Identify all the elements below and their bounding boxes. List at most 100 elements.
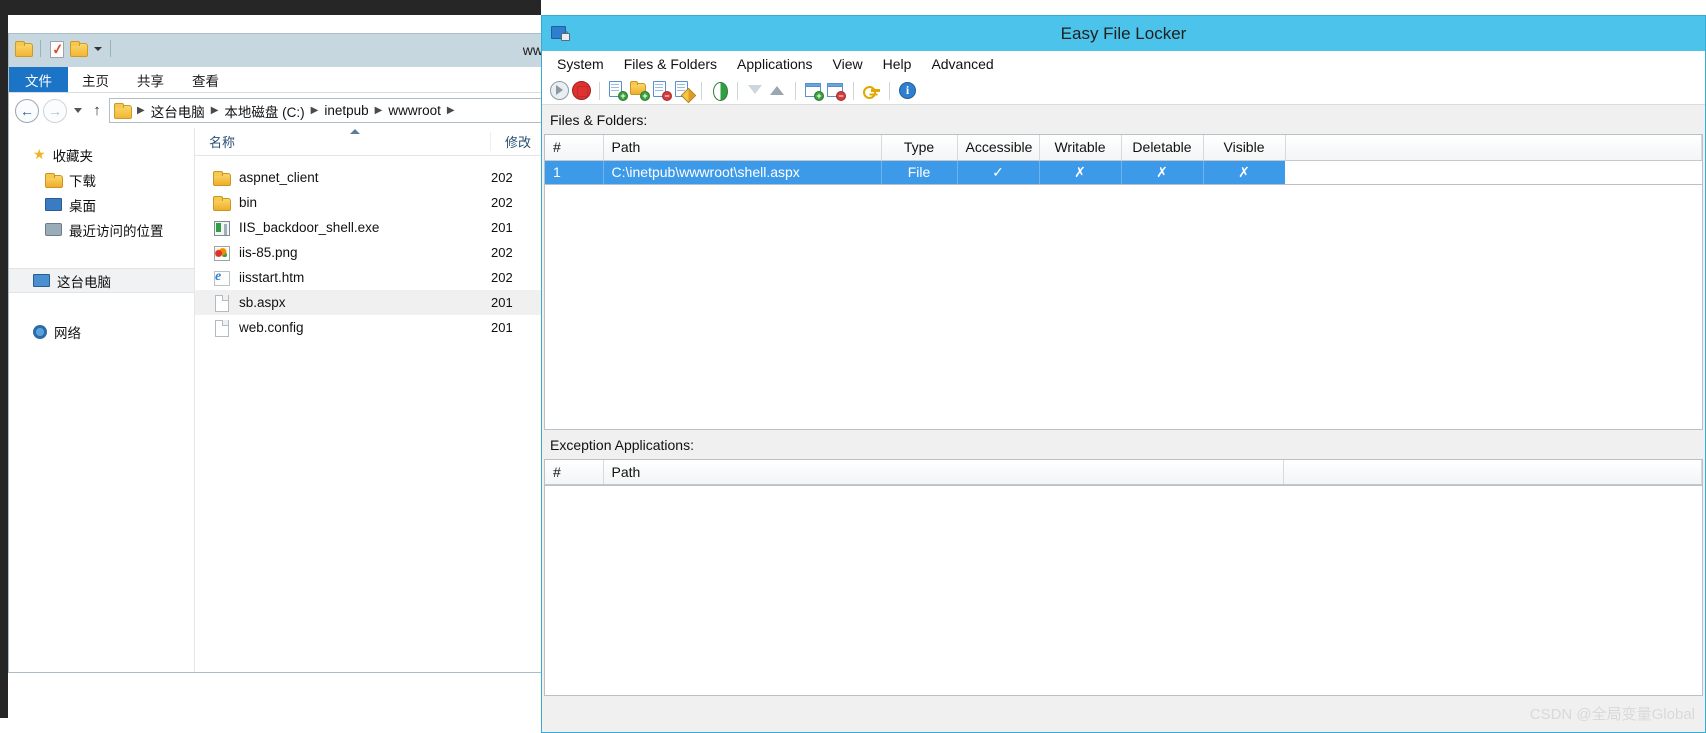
remove-application-icon[interactable]: − bbox=[826, 81, 845, 100]
files-folders-table: # Path Type Accessible Writable Deletabl… bbox=[544, 134, 1703, 185]
up-arrow-icon[interactable]: ↑ bbox=[89, 102, 105, 119]
quick-access-toolbar[interactable] bbox=[15, 40, 114, 57]
file-date: 201 bbox=[490, 295, 543, 310]
toolbar-separator bbox=[795, 82, 796, 100]
column-header-name[interactable]: 名称 bbox=[195, 132, 490, 151]
efl-title-bar[interactable]: Easy File Locker bbox=[542, 16, 1705, 51]
file-date: 202 bbox=[490, 170, 543, 185]
cell-type: File bbox=[881, 160, 957, 184]
image-icon bbox=[213, 245, 230, 261]
sidebar-item-network[interactable]: 网络 bbox=[9, 319, 194, 344]
computer-icon bbox=[33, 274, 50, 287]
sidebar-item-favorites[interactable]: ★ 收藏夹 bbox=[9, 142, 194, 167]
table-header-row: # Path Type Accessible Writable Deletabl… bbox=[545, 135, 1702, 160]
explorer-file-list: 名称 修改 aspnet_client 202 bin bbox=[195, 128, 543, 672]
list-item[interactable]: aspnet_client 202 bbox=[195, 165, 543, 190]
cell-visible: ✗ bbox=[1203, 160, 1285, 184]
efl-toolbar: + + − + − bbox=[542, 77, 1705, 105]
chevron-down-icon[interactable] bbox=[71, 108, 85, 113]
desktop-background-top bbox=[0, 0, 541, 15]
column-header-index[interactable]: # bbox=[545, 460, 603, 485]
file-lock-icon bbox=[551, 24, 570, 41]
list-item[interactable]: iisstart.htm 202 bbox=[195, 265, 543, 290]
table-row[interactable]: 1 C:\inetpub\wwwroot\shell.aspx File ✓ ✗… bbox=[545, 160, 1702, 184]
file-name-cell: aspnet_client bbox=[195, 170, 490, 186]
menu-item-view[interactable]: View bbox=[824, 53, 872, 75]
explorer-navigation-pane: ★ 收藏夹 下载 桌面 最近访问的位置 这台电脑 bbox=[9, 128, 195, 672]
tab-home[interactable]: 主页 bbox=[68, 67, 123, 92]
properties-icon[interactable] bbox=[49, 41, 65, 57]
back-arrow-icon[interactable]: ← bbox=[15, 99, 39, 123]
add-folder-icon[interactable]: + bbox=[630, 81, 649, 100]
hide-icon[interactable] bbox=[746, 81, 765, 100]
menu-item-applications[interactable]: Applications bbox=[728, 53, 822, 75]
sidebar-item-recent-places[interactable]: 最近访问的位置 bbox=[9, 217, 194, 242]
file-name-cell: sb.aspx bbox=[195, 295, 490, 311]
sidebar-item-label: 这台电脑 bbox=[57, 271, 111, 291]
list-item[interactable]: bin 202 bbox=[195, 190, 543, 215]
column-header-path[interactable]: Path bbox=[603, 135, 881, 160]
exception-applications-empty-area[interactable] bbox=[544, 486, 1703, 696]
toggle-protection-icon[interactable] bbox=[710, 81, 729, 100]
add-application-icon[interactable]: + bbox=[804, 81, 823, 100]
edit-file-icon[interactable] bbox=[674, 81, 693, 100]
tab-share[interactable]: 共享 bbox=[123, 67, 178, 92]
breadcrumb[interactable]: ▶ 这台电脑 ▶ 本地磁盘 (C:) ▶ inetpub ▶ wwwroot ▶ bbox=[109, 98, 543, 123]
efl-window-title: Easy File Locker bbox=[542, 24, 1705, 44]
sidebar-item-desktop[interactable]: 桌面 bbox=[9, 192, 194, 217]
file-name: bin bbox=[239, 195, 257, 210]
files-folders-empty-area[interactable] bbox=[544, 185, 1703, 430]
menu-item-system[interactable]: System bbox=[548, 53, 613, 75]
column-header-accessible[interactable]: Accessible bbox=[957, 135, 1039, 160]
breadcrumb-item-3[interactable]: wwwroot bbox=[388, 103, 441, 118]
desktop-background-left bbox=[0, 0, 8, 718]
menu-item-advanced[interactable]: Advanced bbox=[922, 53, 1002, 75]
easy-file-locker-window: Easy File Locker System Files & Folders … bbox=[541, 15, 1706, 733]
screen-root: ww 文件 主页 共享 查看 ← → ↑ ▶ 这台电脑 ▶ 本地磁盘 (C:) … bbox=[0, 0, 1706, 733]
menu-item-files-and-folders[interactable]: Files & Folders bbox=[615, 53, 726, 75]
forward-arrow-icon[interactable]: → bbox=[43, 99, 67, 123]
start-protection-icon[interactable] bbox=[550, 81, 569, 100]
add-file-icon[interactable]: + bbox=[608, 81, 627, 100]
file-name: aspnet_client bbox=[239, 170, 319, 185]
column-header-index[interactable]: # bbox=[545, 135, 603, 160]
breadcrumb-item-1[interactable]: 本地磁盘 (C:) bbox=[224, 101, 304, 121]
sidebar-item-this-pc[interactable]: 这台电脑 bbox=[9, 268, 194, 293]
menu-item-help[interactable]: Help bbox=[874, 53, 921, 75]
list-item[interactable]: sb.aspx 201 bbox=[195, 290, 543, 315]
show-icon[interactable] bbox=[768, 81, 787, 100]
sidebar-item-label: 网络 bbox=[54, 322, 81, 342]
column-header-date[interactable]: 修改 bbox=[490, 132, 543, 151]
list-item[interactable]: web.config 201 bbox=[195, 315, 543, 340]
tab-file[interactable]: 文件 bbox=[9, 67, 68, 92]
new-folder-icon[interactable] bbox=[70, 41, 87, 56]
set-password-icon[interactable] bbox=[862, 81, 881, 100]
cell-index: 1 bbox=[545, 160, 603, 184]
cell-deletable: ✗ bbox=[1121, 160, 1203, 184]
stop-protection-icon[interactable] bbox=[572, 81, 591, 100]
chevron-down-icon[interactable] bbox=[94, 47, 102, 51]
sidebar-item-downloads[interactable]: 下载 bbox=[9, 167, 194, 192]
column-header-visible[interactable]: Visible bbox=[1203, 135, 1285, 160]
column-header-type[interactable]: Type bbox=[881, 135, 957, 160]
folder-icon[interactable] bbox=[15, 41, 32, 56]
breadcrumb-item-0[interactable]: 这台电脑 bbox=[151, 101, 205, 121]
list-item[interactable]: IIS_backdoor_shell.exe 201 bbox=[195, 215, 543, 240]
column-header-deletable[interactable]: Deletable bbox=[1121, 135, 1203, 160]
breadcrumb-separator: ▶ bbox=[133, 105, 149, 116]
star-icon: ★ bbox=[33, 146, 46, 163]
column-header-writable[interactable]: Writable bbox=[1039, 135, 1121, 160]
windows-explorer-window: ww 文件 主页 共享 查看 ← → ↑ ▶ 这台电脑 ▶ 本地磁盘 (C:) … bbox=[8, 33, 543, 673]
desktop-icon bbox=[45, 198, 62, 211]
breadcrumb-item-2[interactable]: inetpub bbox=[324, 103, 368, 118]
file-name: IIS_backdoor_shell.exe bbox=[239, 220, 379, 235]
remove-file-icon[interactable]: − bbox=[652, 81, 671, 100]
cell-accessible: ✓ bbox=[957, 160, 1039, 184]
cell-path: C:\inetpub\wwwroot\shell.aspx bbox=[603, 160, 881, 184]
about-icon[interactable] bbox=[898, 81, 917, 100]
cell-writable: ✗ bbox=[1039, 160, 1121, 184]
column-header-path[interactable]: Path bbox=[603, 460, 1283, 485]
tab-view[interactable]: 查看 bbox=[178, 67, 233, 92]
explorer-address-bar: ← → ↑ ▶ 这台电脑 ▶ 本地磁盘 (C:) ▶ inetpub ▶ www… bbox=[9, 93, 543, 128]
list-item[interactable]: iis-85.png 202 bbox=[195, 240, 543, 265]
